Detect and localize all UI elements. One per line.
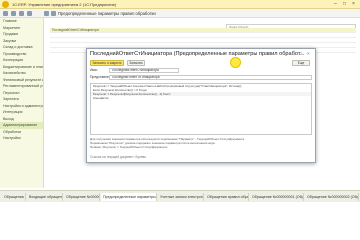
open-form-title: Предопределенные параметры правил обрабо…: [58, 11, 156, 16]
open-windows-bar: Обращения Входящие обращения Обращение №…: [0, 190, 360, 202]
favorites-icon[interactable]: [27, 11, 32, 16]
maximize-button[interactable]: □: [343, 1, 346, 8]
app-window: 1С:ERP. Управление предприятием 2 (1С:Пр…: [0, 0, 360, 202]
sections-sidebar: Главное Маркетинг Продажи Закупки Склад …: [0, 18, 44, 188]
parameter-dialog: ПоследнийОтветСтИнициатора (Предопределе…: [86, 48, 316, 163]
presentation-field[interactable]: Последний ответ от инициатора: [109, 75, 312, 80]
mouse-cursor-highlight: [230, 57, 241, 68]
history-icon[interactable]: [19, 11, 24, 16]
task-tab[interactable]: Обращение №000000001 (Обращения...): [250, 193, 304, 201]
save-close-button[interactable]: Записать и закрыть: [90, 60, 124, 66]
task-tab-active[interactable]: Предопределенные параметры правил обрабо…: [101, 193, 157, 201]
more-actions-icon[interactable]: ⋮: [292, 50, 297, 58]
back-icon[interactable]: [44, 11, 49, 16]
maximize-dialog-button[interactable]: □: [299, 50, 302, 58]
more-button[interactable]: Еще: [292, 60, 310, 66]
sections-menu-icon[interactable]: [3, 11, 8, 16]
name-label: Имя:: [90, 68, 98, 72]
name-field[interactable]: ПоследнийОтветСтИнициатора: [109, 68, 179, 73]
window-title: 1С:ERP. Управление предприятием 2 (1С:Пр…: [12, 2, 117, 7]
main-toolbar: Предопределенные параметры правил обрабо…: [0, 9, 360, 18]
close-dialog-button[interactable]: ×: [307, 50, 310, 58]
dialog-toolbar: Записать и закрыть Записать Еще: [90, 60, 312, 66]
task-tab[interactable]: Обращение №000000002 (Обращения...): [305, 193, 359, 201]
title-bar: 1С:ERP. Управление предприятием 2 (1С:Пр…: [0, 0, 360, 9]
task-tab[interactable]: Учетные записи электронной почты: [158, 193, 204, 201]
dialog-title: ПоследнийОтветСтИнициатора (Предопределе…: [90, 51, 305, 57]
close-window-button[interactable]: ×: [352, 1, 355, 8]
task-tab[interactable]: Обращения: [2, 193, 26, 201]
forward-icon[interactable]: [51, 11, 56, 16]
sidebar-item[interactable]: Регламентированный учет: [0, 83, 43, 90]
sidebar-item-admin[interactable]: Администрирование: [0, 122, 43, 129]
home-icon[interactable]: [11, 11, 16, 16]
app-logo-icon: [2, 1, 9, 8]
help-note: Пример: Результат = ТекущийОбъект.Статус…: [90, 145, 168, 149]
dialog-footer-text: Ссылка на текущий документ: Булево: [90, 155, 147, 159]
task-tab[interactable]: Обращение №000000001: [64, 193, 100, 201]
code-line: КонецЕсли;: [93, 96, 110, 100]
task-tab[interactable]: Входящие обращения: [27, 193, 63, 201]
task-tab[interactable]: Обращения правил обработки: [205, 193, 249, 201]
minimize-button[interactable]: –: [334, 1, 337, 8]
dialog-header: ПоследнийОтветСтИнициатора (Предопределе…: [87, 49, 315, 59]
sidebar-item[interactable]: Настройки: [0, 135, 43, 142]
code-editor[interactable]: Результат = ТекущийОбъект.Ссылка.Ответы.…: [90, 83, 312, 135]
save-button[interactable]: Записать: [127, 60, 145, 66]
